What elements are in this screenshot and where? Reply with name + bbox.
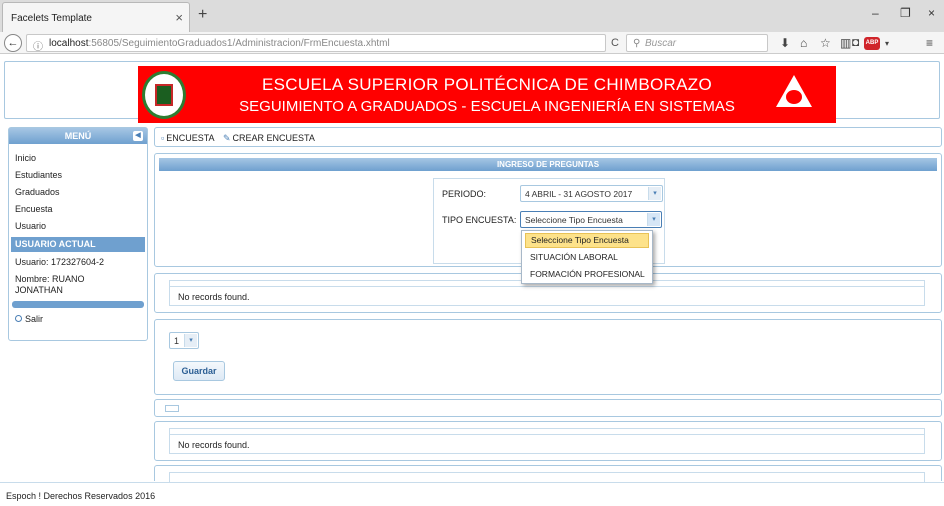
header-frame: ESCUELA SUPERIOR POLITÉCNICA DE CHIMBORA… [4, 61, 940, 123]
collapsed-box[interactable] [165, 405, 179, 412]
chevron-down-icon[interactable]: ▾ [647, 213, 660, 226]
crear-encuesta-label: CREAR ENCUESTA [232, 133, 315, 143]
back-arrow-icon[interactable]: ← [4, 34, 22, 52]
tipo-encuesta-label: TIPO ENCUESTA: [442, 215, 517, 225]
url-bar[interactable]: ⓘ localhost:56805/SeguimientoGraduados1/… [26, 34, 606, 53]
search-icon: ⚲ [633, 38, 641, 49]
menu-collapse-icon[interactable]: ◀ [133, 131, 143, 141]
empty-table-2: No records found. [169, 434, 925, 454]
crear-encuesta-link[interactable]: ✎ CREAR ENCUESTA [223, 133, 315, 144]
minimize-icon[interactable]: – [872, 6, 879, 20]
current-user-name-2: JONATHAN [15, 285, 63, 295]
header-banner: ESCUELA SUPERIOR POLITÉCNICA DE CHIMBORA… [138, 66, 836, 123]
periodo-value: 4 ABRIL - 31 AGOSTO 2017 [525, 189, 633, 199]
reload-icon[interactable]: C [611, 37, 619, 49]
chevron-down-icon[interactable]: ▾ [885, 39, 889, 48]
sidebar-item-graduados[interactable]: Graduados [9, 184, 147, 201]
footer-text: Espoch ! Derechos Reservados 2016 [6, 491, 156, 501]
restore-icon[interactable]: ❐ [900, 6, 911, 20]
info-icon[interactable]: ⓘ [33, 38, 43, 53]
empty-message: No records found. [178, 292, 250, 302]
current-user-id: Usuario: 172327604-2 [15, 257, 105, 267]
library-icon[interactable]: ▥ [840, 36, 851, 50]
school-logo-emblem [786, 90, 802, 104]
dropdown-option[interactable]: FORMACIÓN PROFESIONAL [525, 267, 649, 282]
search-placeholder: Buscar [645, 38, 677, 49]
page: ESCUELA SUPERIOR POLITÉCNICA DE CHIMBORA… [0, 55, 944, 506]
url-path: :56805/SeguimientoGraduados1/Administrac… [88, 38, 390, 49]
pencil-icon: ✎ [223, 133, 231, 143]
pocket-icon[interactable]: ◘ [852, 35, 859, 49]
pager-panel: 1 ▾ Guardar [154, 319, 942, 395]
tab-title: Facelets Template [11, 13, 92, 24]
tipo-encuesta-select[interactable]: Seleccione Tipo Encuesta ▾ [520, 211, 662, 228]
page-value: 1 [174, 336, 180, 346]
menu-list: Inicio Estudiantes Graduados Encuesta Us… [9, 150, 147, 326]
table-header-strip [169, 472, 925, 482]
tipo-encuesta-dropdown: Seleccione Tipo Encuesta SITUACIÓN LABOR… [521, 230, 653, 284]
tab-close-icon[interactable]: × [175, 10, 183, 25]
hamburger-menu-icon[interactable]: ≡ [926, 36, 933, 50]
sidebar: MENÚ ◀ Inicio Estudiantes Graduados Encu… [8, 127, 148, 341]
current-user-name: Nombre: RUANO [15, 274, 85, 284]
records-panel-2: No records found. [154, 421, 942, 461]
empty-table: No records found. [169, 286, 925, 306]
sidebar-item-estudiantes[interactable]: Estudiantes [9, 167, 147, 184]
home-icon[interactable]: ⌂ [800, 36, 807, 50]
encuesta-link[interactable]: ▫ ENCUESTA [161, 133, 215, 143]
adblock-icon[interactable]: ABP [864, 37, 880, 50]
chevron-down-icon[interactable]: ▾ [648, 187, 661, 200]
menu-divider [12, 301, 144, 308]
page-select[interactable]: 1 ▾ [169, 332, 199, 349]
footer: Espoch ! Derechos Reservados 2016 [0, 482, 944, 506]
sidebar-item-usuario[interactable]: Usuario [9, 218, 147, 235]
document-icon: ▫ [161, 133, 165, 143]
exit-link[interactable]: Salir [9, 313, 147, 326]
toolbar-panel: ▫ ENCUESTA ✎ CREAR ENCUESTA [154, 127, 942, 147]
dropdown-option[interactable]: Seleccione Tipo Encuesta [525, 233, 649, 248]
dropdown-option[interactable]: SITUACIÓN LABORAL [525, 250, 649, 265]
empty-message-2: No records found. [178, 440, 250, 450]
current-user-header: USUARIO ACTUAL [11, 237, 145, 252]
browser-search-bar[interactable]: ⚲ Buscar [626, 34, 768, 52]
download-icon[interactable]: ⬇ [780, 36, 790, 50]
exit-label: Salir [25, 314, 44, 324]
sidebar-item-inicio[interactable]: Inicio [9, 150, 147, 167]
bottom-panel [154, 465, 942, 482]
url-text: localhost:56805/SeguimientoGraduados1/Ad… [49, 38, 390, 49]
save-button[interactable]: Guardar [173, 361, 225, 381]
chevron-down-icon[interactable]: ▾ [184, 334, 197, 347]
browser-tab[interactable]: Facelets Template × [2, 2, 190, 32]
banner-subtitle: SEGUIMIENTO A GRADUADOS - ESCUELA INGENI… [239, 98, 735, 115]
encuesta-label: ENCUESTA [166, 133, 215, 143]
section-title: INGRESO DE PREGUNTAS [159, 158, 937, 171]
menu-title: MENÚ [64, 131, 92, 141]
periodo-select[interactable]: 4 ABRIL - 31 AGOSTO 2017 ▾ [520, 185, 663, 202]
menu-header: MENÚ ◀ [9, 128, 147, 144]
browser-tabbar: Facelets Template × + – ❐ × [0, 0, 944, 32]
power-icon [15, 315, 22, 322]
url-host: localhost [49, 38, 89, 49]
periodo-label: PERIODO: [442, 189, 487, 199]
bookmark-star-icon[interactable]: ☆ [820, 36, 831, 50]
new-tab-button[interactable]: + [198, 6, 207, 24]
window-close-icon[interactable]: × [928, 6, 935, 20]
tipo-encuesta-value: Seleccione Tipo Encuesta [525, 215, 623, 225]
mini-panel [154, 399, 942, 417]
sidebar-item-encuesta[interactable]: Encuesta [9, 201, 147, 218]
banner-title: ESCUELA SUPERIOR POLITÉCNICA DE CHIMBORA… [262, 75, 712, 94]
